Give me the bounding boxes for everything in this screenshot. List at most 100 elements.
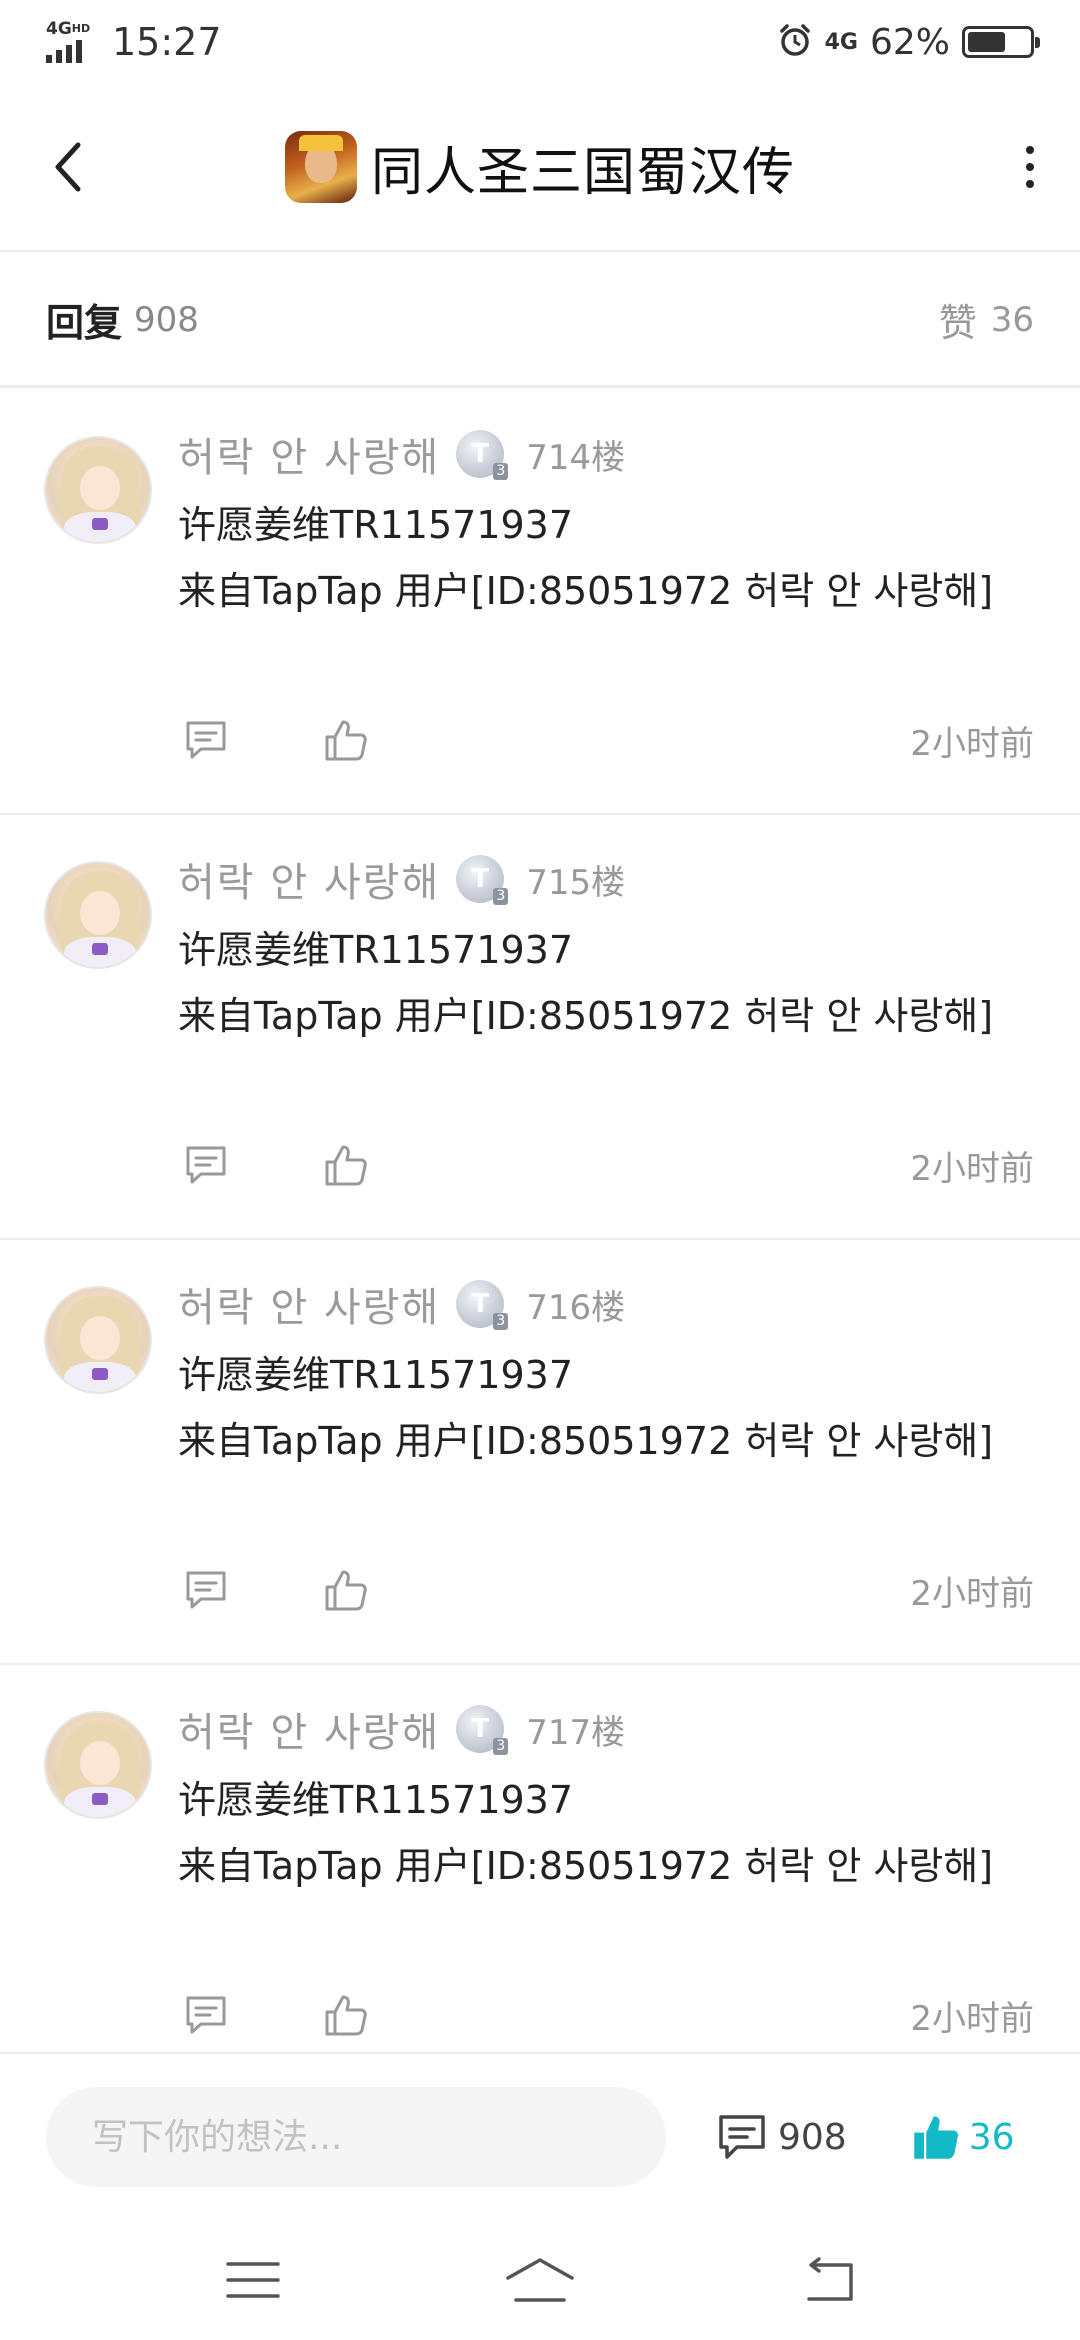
comment-icon [186,1146,226,1184]
badge-letter: T [471,1289,490,1319]
reply-list: 허락 안 사랑해 T3 714楼 许愿姜维TR11571937 来自TapTap… [0,390,1080,2090]
avatar[interactable] [44,1711,152,1819]
reply-content: 许愿姜维TR11571937 来自TapTap 用户[ID:85051972 허… [178,1767,1038,1899]
reply-time: 2小时前 [910,1573,1034,1614]
reply-line-2: 来自TapTap 用户[ID:85051972 허락 안 사랑해] [178,569,994,613]
reply-line-1: 许愿姜维TR11571937 [178,928,574,972]
username[interactable]: 허락 안 사랑해 [178,850,440,908]
username[interactable]: 허락 안 사랑해 [178,1700,440,1758]
like-count: 36 [968,2116,1015,2158]
username[interactable]: 허락 안 사랑해 [178,425,440,483]
back-icon [806,2257,853,2301]
app-icon [284,131,357,203]
bottom-bar: 908 36 [0,2052,1080,2220]
reply-content: 许愿姜维TR11571937 来自TapTap 用户[ID:85051972 허… [178,917,1038,1049]
status-right: 4G 62% [777,21,1040,63]
comment-button[interactable] [178,712,234,768]
like-count-button[interactable]: 36 [911,2112,1015,2162]
reply-header: 허락 안 사랑해 T3 715楼 [178,849,625,909]
battery-icon [962,26,1040,58]
status-bar: 4GHD 15:27 4G 62% [0,0,1080,84]
like-button[interactable] [318,1137,374,1193]
network-hd: HD [71,22,91,35]
nav-menu-button[interactable] [208,2245,298,2315]
level-badge-icon: T3 [456,855,509,905]
reply-actions: 2小时前 [178,710,1034,770]
reply-time: 2小时前 [910,723,1034,764]
reply-content: 许愿姜维TR11571937 来自TapTap 用户[ID:85051972 허… [178,492,1038,624]
reply-item: 허락 안 사랑해 T3 714楼 许愿姜维TR11571937 来自TapTap… [0,390,1080,815]
badge-letter: T [471,1714,490,1744]
title-group: 同人圣三国蜀汉传 [284,130,795,205]
chevron-left-icon [55,142,81,192]
reply-time: 2小时前 [910,1998,1034,2039]
like-button[interactable] [318,712,374,768]
like-label: 赞 [938,301,977,345]
comment-button[interactable] [178,1137,234,1193]
system-navigation [0,2220,1080,2340]
avatar[interactable] [44,436,152,544]
floor-number: 716楼 [526,1287,626,1328]
thumbs-up-icon [325,720,367,761]
back-button[interactable] [38,132,98,202]
home-icon [506,2258,574,2302]
like-button[interactable] [318,1987,374,2043]
comment-icon [186,1996,226,2034]
floor-number: 715楼 [526,862,626,903]
page-title: 同人圣三国蜀汉传 [370,142,795,203]
comment-button[interactable] [178,1987,234,2043]
menu-icon [226,2262,281,2298]
nav-back-button[interactable] [782,2245,872,2315]
badge-letter: T [471,864,490,894]
reply-line-1: 许愿姜维TR11571937 [178,1353,574,1397]
reply-line-2: 来自TapTap 用户[ID:85051972 허락 안 사랑해] [178,994,994,1038]
like-button[interactable] [318,1562,374,1618]
reply-line-1: 许愿姜维TR11571937 [178,503,574,547]
comment-icon [186,721,226,759]
comment-count-button[interactable]: 908 [716,2112,847,2162]
badge-level: 3 [493,463,509,480]
badge-letter: T [471,439,490,469]
comment-icon [186,1571,226,1609]
status-left: 4GHD 15:27 [46,20,222,64]
badge-level: 3 [493,1313,509,1330]
reply-label: 回复 [46,301,123,345]
battery-percent: 62% [869,21,950,63]
reply-time: 2小时前 [910,1148,1034,1189]
network-type: 4G [46,19,72,39]
more-vertical-icon [1026,146,1034,154]
reply-header: 허락 안 사랑해 T3 717楼 [178,1699,625,1759]
comment-button[interactable] [178,1562,234,1618]
comment-input[interactable] [46,2087,666,2187]
thumbs-up-icon [325,1995,367,2036]
reply-summary: 回复 908 赞 36 [0,254,1080,388]
reply-item: 허락 안 사랑해 T3 716楼 许愿姜维TR11571937 来自TapTap… [0,1240,1080,1665]
badge-level: 3 [493,1738,509,1755]
username[interactable]: 허락 안 사랑해 [178,1275,440,1333]
top-bar: 同人圣三国蜀汉传 [0,84,1080,252]
nav-home-button[interactable] [495,2245,585,2315]
level-badge-icon: T3 [456,430,509,480]
reply-item: 허락 안 사랑해 T3 715楼 许愿姜维TR11571937 来自TapTap… [0,815,1080,1240]
comment-icon [719,2115,765,2159]
more-button[interactable] [1000,132,1060,202]
avatar[interactable] [44,861,152,969]
reply-content: 许愿姜维TR11571937 来自TapTap 用户[ID:85051972 허… [178,1342,1038,1474]
floor-number: 717楼 [526,1712,626,1753]
reply-line-2: 来自TapTap 用户[ID:85051972 허락 안 사랑해] [178,1419,994,1463]
signal-icon: 4GHD [46,20,100,64]
reply-line-2: 来自TapTap 用户[ID:85051972 허락 안 사랑해] [178,1844,994,1888]
level-badge-icon: T3 [456,1280,509,1330]
like-count: 36 [990,299,1034,340]
reply-line-1: 许愿姜维TR11571937 [178,1778,574,1822]
avatar[interactable] [44,1286,152,1394]
reply-actions: 2小时前 [178,1985,1034,2045]
floor-number: 714楼 [526,437,626,478]
reply-count: 908 [134,299,199,340]
reply-item: 허락 안 사랑해 T3 717楼 许愿姜维TR11571937 来自TapTap… [0,1665,1080,2090]
badge-level: 3 [493,888,509,905]
mobile-data-indicator: 4G [824,29,858,55]
like-summary: 赞 36 [939,292,1034,347]
clock: 15:27 [112,20,222,64]
level-badge-icon: T3 [456,1705,509,1755]
